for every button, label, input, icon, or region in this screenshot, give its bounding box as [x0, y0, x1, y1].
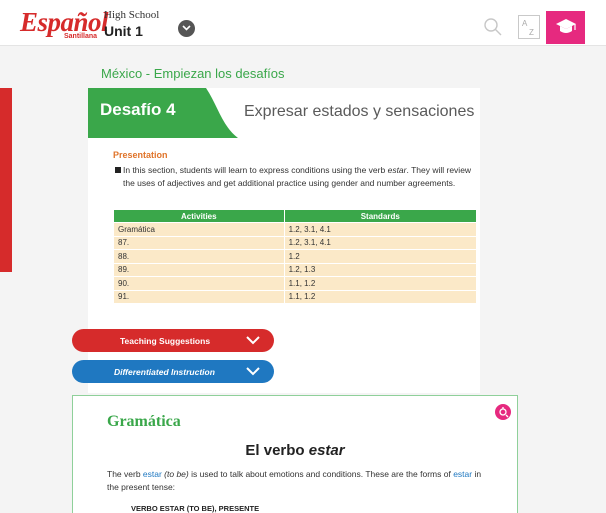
table-header-standards: Standards — [283, 209, 478, 223]
unit-title: Unit 1 — [104, 23, 143, 39]
card-text-1: The verb — [107, 469, 143, 479]
speaker-icon — [499, 407, 509, 418]
card-title: Gramática — [107, 413, 181, 430]
teaching-suggestions-button[interactable]: Teaching Suggestions — [72, 329, 274, 352]
card-text: The verb estar (to be) is used to talk a… — [107, 468, 487, 494]
estar-link[interactable]: estar — [453, 469, 472, 479]
table-row: 88. 1.2 — [113, 249, 478, 264]
table-cell: 89. — [113, 262, 285, 277]
teacher-mode-button[interactable] — [546, 11, 585, 44]
unit-dropdown-button[interactable] — [178, 20, 195, 37]
teaching-suggestions-label: Teaching Suggestions — [120, 336, 211, 346]
desafio-label: Desafío 4 — [100, 100, 176, 119]
presentation-text-em: estar — [387, 165, 407, 175]
section-title: México - Empiezan los desafíos — [101, 66, 285, 81]
presentation-heading: Presentation — [113, 150, 168, 160]
glossary-z-icon: Z — [529, 28, 534, 37]
left-red-ribbon — [0, 88, 12, 272]
table-cell: 90. — [113, 276, 285, 291]
standards-table: Activities Standards Gramática 1.2, 3.1, … — [113, 209, 478, 304]
table-row: 90. 1.1, 1.2 — [113, 276, 478, 291]
table-cell: Gramática — [113, 222, 285, 237]
table-row: 87. 1.2, 3.1, 4.1 — [113, 235, 478, 250]
card-heading-em: estar — [308, 442, 345, 459]
table-cell: 1.2 — [283, 249, 478, 264]
table-row: 91. 1.1, 1.2 — [113, 289, 478, 304]
table-header-activities: Activities — [113, 209, 285, 223]
card-heading-pre: El verbo — [245, 442, 309, 459]
presentation-text: In this section, students will learn to … — [115, 164, 477, 190]
table-row: Gramática 1.2, 3.1, 4.1 — [113, 222, 478, 237]
logo-subtitle: Santillana — [64, 33, 98, 40]
grammar-card: Gramática El verbo estar The verb estar … — [72, 395, 518, 513]
graduation-cap-icon — [556, 19, 576, 33]
presentation-text-pre: In this section, students will learn to … — [123, 165, 388, 175]
table-cell: 1.1, 1.2 — [283, 289, 478, 304]
card-table-caption: VERBO ESTAR (TO BE), PRESENTE — [131, 504, 260, 513]
card-heading: El verbo estar — [73, 442, 517, 459]
chevron-down-icon — [246, 367, 260, 376]
table-cell: 91. — [113, 289, 285, 304]
table-row: 89. 1.2, 1.3 — [113, 262, 478, 277]
estar-link[interactable]: estar — [143, 469, 162, 479]
audio-icon[interactable] — [495, 404, 511, 420]
table-cell: 1.2, 3.1, 4.1 — [283, 235, 478, 250]
table-cell: 88. — [113, 249, 285, 264]
top-bar: Español Santillana High School Unit 1 A … — [0, 0, 606, 46]
table-header-row: Activities Standards — [113, 209, 478, 223]
glossary-button[interactable]: A Z — [518, 15, 540, 39]
table-cell: 1.1, 1.2 — [283, 276, 478, 291]
differentiated-instruction-label: Differentiated Instruction — [114, 367, 215, 377]
glossary-a-icon: A — [522, 19, 528, 28]
chevron-down-icon — [182, 25, 191, 31]
table-cell: 1.2, 1.3 — [283, 262, 478, 277]
table-cell: 1.2, 3.1, 4.1 — [283, 222, 478, 237]
chevron-down-icon — [246, 336, 260, 345]
desafio-subtitle: Expresar estados y sensaciones — [244, 103, 475, 120]
card-text-3: is used to talk about emotions and condi… — [188, 469, 454, 479]
table-cell: 87. — [113, 235, 285, 250]
search-icon — [484, 18, 502, 36]
differentiated-instruction-button[interactable]: Differentiated Instruction — [72, 360, 274, 383]
presentation-paragraph: In this section, students will learn to … — [123, 164, 477, 190]
bullet-icon — [115, 167, 121, 173]
level-label: High School — [104, 9, 160, 21]
desafio-header: Desafío 4 Expresar estados y sensaciones — [88, 88, 480, 138]
search-button[interactable] — [483, 17, 503, 37]
card-text-2: (to be) — [161, 469, 189, 479]
